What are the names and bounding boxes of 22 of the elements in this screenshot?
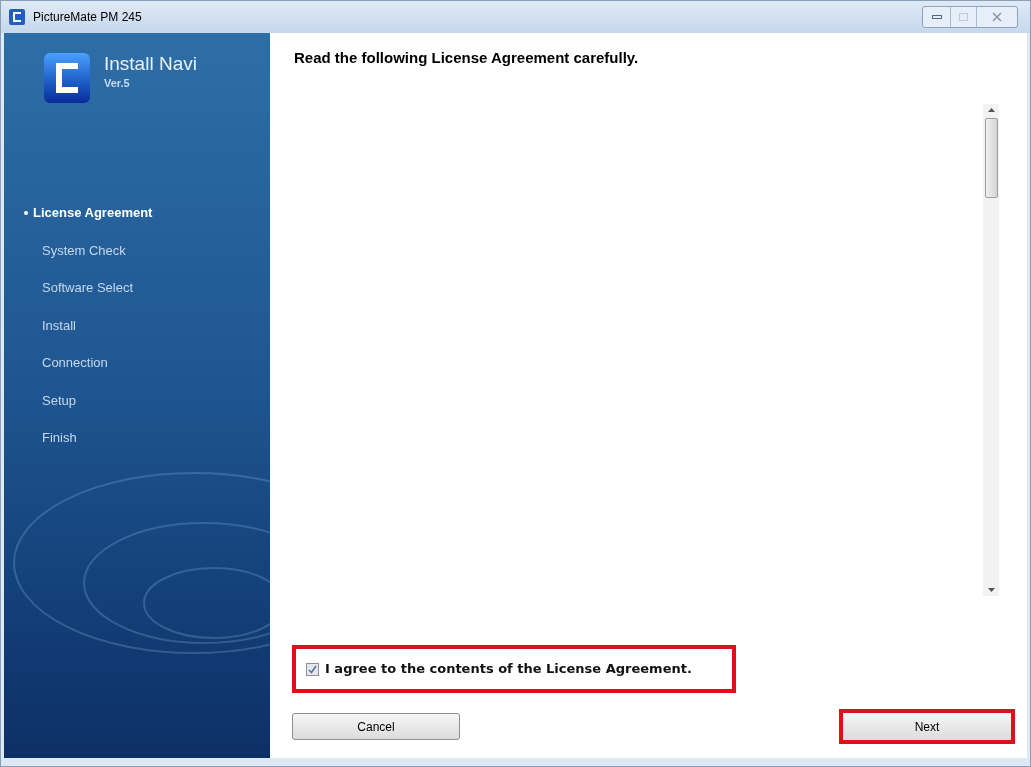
scroll-up-icon[interactable] bbox=[987, 107, 995, 112]
scroll-thumb[interactable] bbox=[984, 117, 998, 198]
version-label: Ver.5 bbox=[104, 76, 131, 91]
install-navi-logo-icon bbox=[44, 53, 90, 103]
app-icon bbox=[9, 9, 25, 25]
step-item: Install bbox=[41, 316, 77, 335]
agree-checkbox[interactable] bbox=[306, 662, 319, 676]
scrollbar[interactable] bbox=[983, 103, 999, 596]
window-title: PictureMate PM 245 bbox=[33, 9, 142, 26]
wizard-button[interactable]: Next bbox=[839, 709, 1015, 744]
app-name: Install Navi bbox=[104, 53, 197, 75]
step-item: Finish bbox=[41, 429, 78, 447]
step-item: Connection bbox=[41, 354, 109, 372]
step-item: Software Select bbox=[41, 279, 135, 297]
step-item: Setup bbox=[41, 391, 77, 410]
scroll-down-icon[interactable] bbox=[987, 587, 995, 592]
page-heading: Read the following License Agreement carefully. bbox=[294, 48, 640, 68]
step-item: License Agreement bbox=[24, 203, 230, 223]
wizard-button[interactable]: Cancel bbox=[292, 713, 460, 740]
step-item: System Check bbox=[41, 241, 127, 260]
close-icon bbox=[992, 12, 1002, 22]
agree-label: I agree to the contents of the License Agreement. bbox=[325, 660, 692, 679]
